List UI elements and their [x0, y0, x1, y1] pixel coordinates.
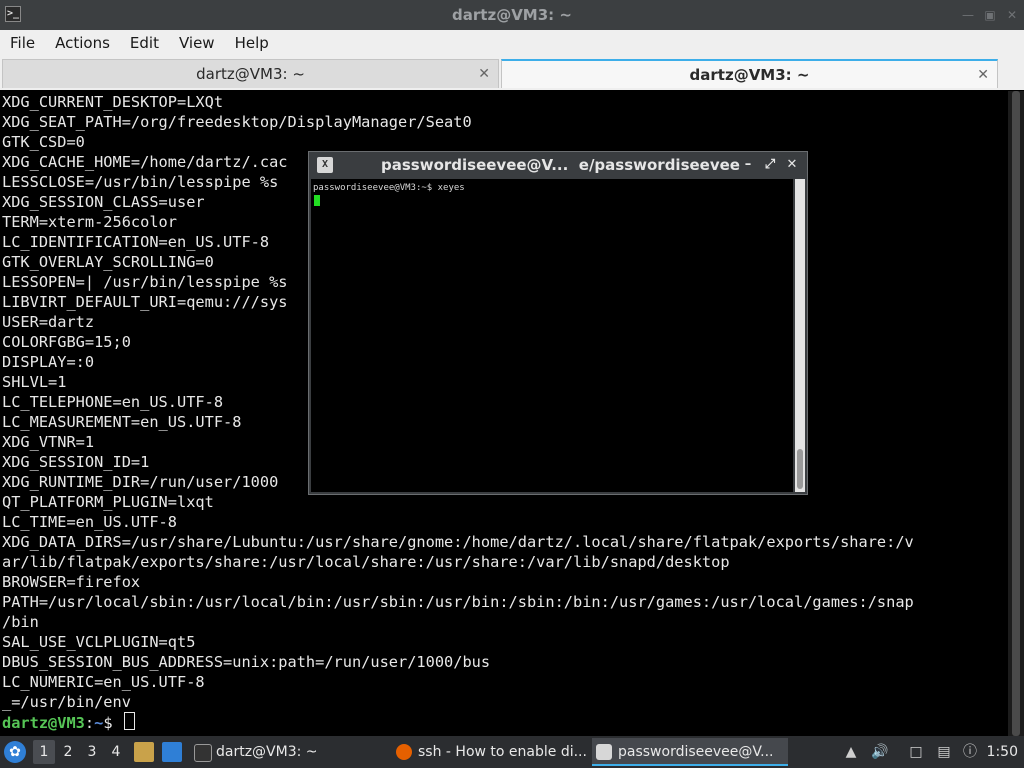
close-icon[interactable]: ✕: [1004, 7, 1020, 23]
terminal-cursor: [123, 712, 135, 730]
volume-icon[interactable]: 🔊: [871, 743, 889, 761]
terminal-line: QT_PLATFORM_PLUGIN=lxqt: [2, 493, 214, 511]
close-icon[interactable]: ✕: [977, 61, 989, 89]
xterm-command-line: passwordiseevee@VM3:~$ xeyes: [313, 183, 465, 193]
notification-icon[interactable]: ⓘ: [961, 743, 979, 761]
close-icon[interactable]: ✕: [783, 156, 801, 174]
terminal-line: GTK_CSD=0: [2, 133, 85, 151]
xterm-title: passwordiseevee@V... e/passwordiseevee: [381, 156, 740, 174]
prompt-symbol: $: [103, 714, 122, 732]
terminal-line: PATH=/usr/local/sbin:/usr/local/bin:/usr…: [2, 593, 914, 611]
terminal-line: SAL_USE_VCLPLUGIN=qt5: [2, 633, 196, 651]
desktop-2[interactable]: 2: [57, 740, 79, 764]
terminal-line: BROWSER=firefox: [2, 573, 141, 591]
menu-actions[interactable]: Actions: [45, 30, 120, 57]
terminal-line: LIBVIRT_DEFAULT_URI=qemu:///sys: [2, 293, 288, 311]
terminal-line: TERM=xterm-256color: [2, 213, 177, 231]
prompt-path: ~: [94, 714, 104, 732]
window-titlebar[interactable]: >_ dartz@VM3: ~ — ▣ ✕: [0, 0, 1024, 30]
xterm-titlebar[interactable]: X passwordiseevee@V... e/passwordiseevee…: [309, 152, 807, 178]
terminal-line: XDG_RUNTIME_DIR=/run/user/1000: [2, 473, 279, 491]
terminal-line: XDG_CACHE_HOME=/home/dartz/.cac: [2, 153, 288, 171]
terminal-line: USER=dartz: [2, 313, 95, 331]
xterm-icon: X: [317, 157, 333, 173]
menu-help[interactable]: Help: [225, 30, 279, 57]
terminal-line: LC_TIME=en_US.UTF-8: [2, 513, 177, 531]
close-icon[interactable]: ✕: [478, 60, 490, 88]
terminal-line: COLORFGBG=15;0: [2, 333, 131, 351]
terminal-line: XDG_SEAT_PATH=/org/freedesktop/DisplayMa…: [2, 113, 472, 131]
taskbar: ✿ 1 2 3 4 dartz@VM3: ~ ssh - How to enab…: [0, 736, 1024, 768]
terminal-scrollbar[interactable]: [1008, 91, 1024, 736]
minimize-icon[interactable]: —: [960, 7, 976, 23]
terminal-line: /bin: [2, 613, 39, 631]
show-desktop-icon[interactable]: [162, 742, 182, 762]
terminal-line: LC_MEASUREMENT=en_US.UTF-8: [2, 413, 242, 431]
firefox-icon: [396, 744, 412, 760]
scrollbar-thumb[interactable]: [797, 449, 803, 489]
xterm-content[interactable]: passwordiseevee@VM3:~$ xeyes: [311, 179, 793, 492]
xterm-window[interactable]: X passwordiseevee@V... e/passwordiseevee…: [308, 151, 808, 495]
terminal-line: SHLVL=1: [2, 373, 67, 391]
maximize-icon[interactable]: ▣: [982, 7, 998, 23]
terminal-line: LESSOPEN=| /usr/bin/lesspipe %s: [2, 273, 288, 291]
terminal-line: ar/lib/flatpak/exports/share:/usr/local/…: [2, 553, 730, 571]
menubar: File Actions Edit View Help: [0, 30, 1024, 57]
clipboard-icon[interactable]: ▤: [935, 743, 953, 761]
window-title: dartz@VM3: ~: [452, 6, 572, 24]
minimize-icon[interactable]: –: [739, 156, 757, 174]
prompt-separator: :: [84, 714, 95, 732]
terminal-line: DBUS_SESSION_BUS_ADDRESS=unix:path=/run/…: [2, 653, 491, 671]
xterm-cursor: [314, 195, 320, 206]
task-label: passwordiseevee@V...: [618, 744, 774, 760]
tab-terminal-2[interactable]: dartz@VM3: ~ ✕: [501, 59, 998, 88]
desktop-1[interactable]: 1: [33, 740, 55, 764]
updates-icon[interactable]: ▲: [842, 743, 860, 761]
menu-view[interactable]: View: [169, 30, 225, 57]
terminal-line: LC_IDENTIFICATION=en_US.UTF-8: [2, 233, 270, 251]
desktop-4[interactable]: 4: [105, 740, 127, 764]
tab-terminal-1[interactable]: dartz@VM3: ~ ✕: [2, 59, 499, 88]
terminal-icon: [194, 744, 212, 762]
menu-file[interactable]: File: [0, 30, 45, 57]
xterm-scrollbar[interactable]: [795, 179, 805, 492]
terminal-line: GTK_OVERLAY_SCROLLING=0: [2, 253, 214, 271]
terminal-line: XDG_SESSION_ID=1: [2, 453, 150, 471]
terminal-line: DISPLAY=:0: [2, 353, 95, 371]
terminal-line: XDG_CURRENT_DESKTOP=LXQt: [2, 93, 224, 111]
tab-bar: dartz@VM3: ~ ✕ dartz@VM3: ~ ✕: [0, 57, 1024, 90]
task-xterm[interactable]: passwordiseevee@V...: [592, 738, 788, 766]
maximize-icon[interactable]: ⤢: [761, 156, 779, 174]
terminal-line: LC_TELEPHONE=en_US.UTF-8: [2, 393, 224, 411]
task-firefox[interactable]: ssh - How to enable di...: [392, 738, 592, 766]
tab-label: dartz@VM3: ~: [196, 65, 305, 83]
xterm-icon: [596, 744, 612, 760]
terminal-line: _=/usr/bin/env: [2, 693, 131, 711]
task-terminal[interactable]: dartz@VM3: ~: [190, 738, 390, 766]
terminal-line: LESSCLOSE=/usr/bin/lesspipe %s: [2, 173, 279, 191]
desktop-3[interactable]: 3: [81, 740, 103, 764]
terminal-line: XDG_DATA_DIRS=/usr/share/Lubuntu:/usr/sh…: [2, 533, 914, 551]
tab-label: dartz@VM3: ~: [689, 66, 810, 84]
terminal-prompt[interactable]: dartz@VM3:~$: [2, 712, 135, 733]
network-icon[interactable]: □: [907, 743, 925, 761]
terminal-line: XDG_SESSION_CLASS=user: [2, 193, 205, 211]
clock: 1:50: [986, 744, 1018, 760]
start-menu-icon[interactable]: ✿: [4, 741, 26, 763]
prompt-user-host: dartz@VM3: [2, 714, 85, 732]
file-manager-icon[interactable]: [134, 742, 154, 762]
task-label: ssh - How to enable di...: [418, 744, 587, 760]
menu-edit[interactable]: Edit: [120, 30, 169, 57]
task-label: dartz@VM3: ~: [216, 744, 318, 760]
terminal-line: XDG_VTNR=1: [2, 433, 95, 451]
terminal-line: LC_NUMERIC=en_US.UTF-8: [2, 673, 205, 691]
scrollbar-thumb[interactable]: [1012, 91, 1020, 736]
